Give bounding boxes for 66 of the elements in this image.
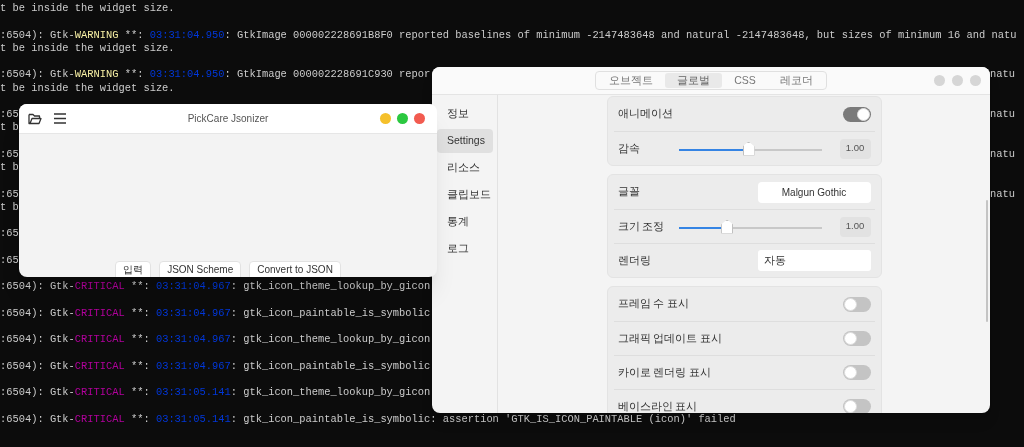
log-line-fragment: natu xyxy=(990,108,1015,122)
log-line-fragment: natu xyxy=(990,147,1015,161)
folder-icon[interactable] xyxy=(28,112,42,125)
setting-label: 글꼴 xyxy=(617,184,640,200)
log-line: :65 xyxy=(0,227,19,240)
window-control-icon[interactable] xyxy=(970,75,981,86)
setting-label: 애니메이션 xyxy=(617,106,673,122)
log-line: :65 xyxy=(0,108,19,120)
minimize-icon[interactable] xyxy=(380,113,391,124)
log-line: t be inside the widget size. xyxy=(0,2,175,14)
log-line: :6504): Gtk-CRITICAL **: 03:31:05.141: gtk_icon_paintable_is_symbolic: assertion 'GTK_IS_ICON_PAINTABLE (icon)' failed xyxy=(0,412,736,425)
window-control-icon[interactable] xyxy=(934,75,945,86)
log-line: :6504): Gtk-CRITICAL **: 03:31:05.141: gtk_icon_theme_lookup_by_gicon xyxy=(0,386,431,399)
menu-icon[interactable] xyxy=(54,113,66,124)
log-line: t be inside the widget size. xyxy=(0,41,175,54)
sidebar-item[interactable]: 클립보드 xyxy=(437,183,493,207)
log-line: t be inside the widget size. xyxy=(0,81,175,94)
toggle-switch[interactable] xyxy=(842,399,871,413)
log-line: :65 xyxy=(0,253,19,266)
log-line-fragment: natu xyxy=(990,187,1015,201)
setting-label: 프레임 수 표시 xyxy=(617,296,690,312)
scrollbar[interactable] xyxy=(986,200,988,322)
setting-label: 베이스라인 표시 xyxy=(617,398,698,413)
close-icon[interactable] xyxy=(414,113,425,124)
font-button[interactable]: Malgun Gothic xyxy=(757,181,871,203)
action-button[interactable]: Convert to JSON xyxy=(249,261,341,277)
tab[interactable]: CSS xyxy=(722,73,768,88)
tab[interactable]: 레코더 xyxy=(767,73,825,88)
setting-label: 감속 xyxy=(617,140,641,156)
value-field[interactable]: 1.00 xyxy=(839,138,871,159)
log-line: :6504): Gtk-WARNING **: 03:31:04.950: GtkImage 000002228691C930 repor xyxy=(0,68,431,81)
action-button[interactable]: JSON Scheme xyxy=(159,261,242,277)
sidebar-item[interactable]: 통계 xyxy=(437,210,493,234)
setting-label: 그래픽 업데이트 표시 xyxy=(617,330,723,346)
log-line: :6504): Gtk-CRITICAL **: 03:31:04.967: gtk_icon_theme_lookup_by_gicon xyxy=(0,280,431,293)
toggle-switch[interactable] xyxy=(842,106,871,122)
log-line: t b xyxy=(0,161,19,173)
log-line: :6504): Gtk-CRITICAL **: 03:31:04.967: gtk_icon_theme_lookup_by_gicon xyxy=(0,333,431,346)
action-button[interactable]: 입력 xyxy=(115,261,152,277)
log-line: :65 xyxy=(0,187,19,200)
window-title: PickCare Jsonizer xyxy=(187,112,269,126)
log-line: t b xyxy=(0,200,19,213)
toggle-switch[interactable] xyxy=(842,331,871,346)
setting-label: 렌더링 xyxy=(617,252,651,268)
log-line: :6504): Gtk-CRITICAL **: 03:31:04.967: gtk_icon_paintable_is_symbolic xyxy=(0,306,431,319)
log-line-fragment: natu xyxy=(990,68,1015,82)
sidebar-item[interactable]: Settings xyxy=(437,129,493,153)
setting-label: 크기 조정 xyxy=(617,218,666,234)
value-field[interactable]: 1.00 xyxy=(839,216,871,237)
log-line: :65 xyxy=(0,147,19,160)
tab[interactable]: 글로벌 xyxy=(665,73,723,88)
window-control-icon[interactable] xyxy=(952,75,963,86)
input-field[interactable]: 자동 xyxy=(757,250,871,271)
toggle-switch[interactable] xyxy=(842,365,871,380)
slider[interactable] xyxy=(678,219,822,234)
sidebar-item[interactable]: 정보 xyxy=(437,102,493,126)
maximize-icon[interactable] xyxy=(397,113,408,124)
toggle-switch[interactable] xyxy=(842,296,871,312)
sidebar-item[interactable]: 로그 xyxy=(437,237,493,261)
log-line: t b xyxy=(0,121,19,134)
log-line: :6504): Gtk-CRITICAL **: 03:31:04.967: gtk_icon_paintable_is_symbolic xyxy=(0,359,431,372)
tab[interactable]: 오브젝트 xyxy=(597,73,666,88)
slider[interactable] xyxy=(678,141,822,156)
log-line: :6504): Gtk-WARNING **: 03:31:04.950: GtkImage 000002228691B8F0 reported baselines of minimum -2147483648 and natural -2147483648, but sizes of minimum 16 and natu xyxy=(0,28,1017,41)
setting-label: 카이로 렌더링 표시 xyxy=(617,364,712,380)
sidebar-item[interactable]: 리소스 xyxy=(437,156,493,180)
